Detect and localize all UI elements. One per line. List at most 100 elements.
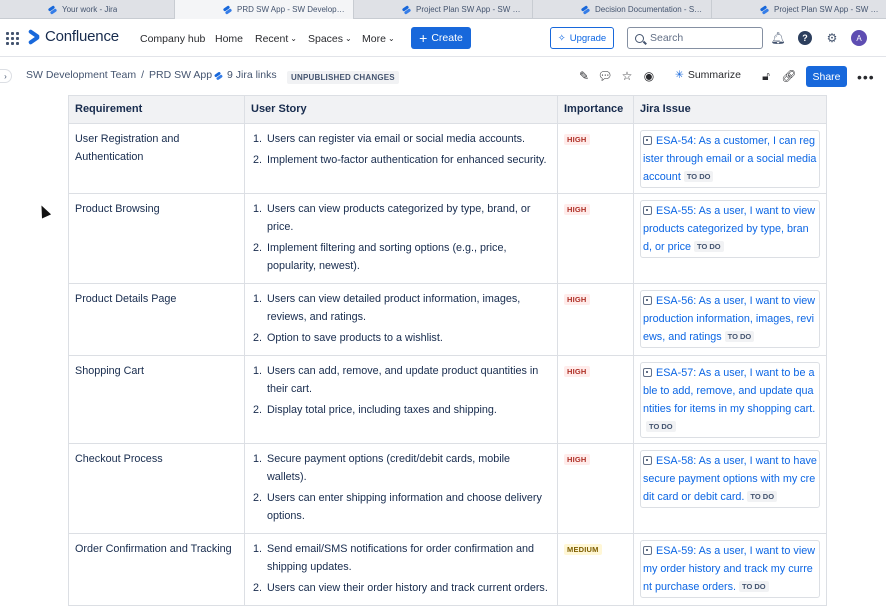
help-icon[interactable]: ? [798, 31, 812, 45]
sidebar-toggle[interactable]: › [0, 69, 12, 83]
jira-issue-link[interactable]: ESA-54: As a customer, I can register th… [640, 130, 820, 188]
breadcrumb-page[interactable]: PRD SW App [149, 69, 212, 81]
user-story-list: Users can view products categorized by t… [251, 200, 551, 275]
chevron-down-icon: ⌄ [345, 34, 352, 43]
browser-tab-title: Decision Documentation - SW Devel... [595, 5, 703, 14]
unpublished-changes-badge[interactable]: UNPUBLISHED CHANGES [287, 71, 399, 84]
nav-spaces[interactable]: Spaces ⌄ [308, 20, 352, 57]
requirement-cell: Shopping Cart [68, 355, 245, 444]
jira-issue-text: ESA-59: As a user, I want to view my ord… [643, 545, 816, 593]
summarize-button[interactable]: ✳ Summarize [675, 69, 741, 81]
table-row: Order Confirmation and Tracking Send emai… [68, 533, 827, 606]
user-story-list: Users can view detailed product informat… [251, 290, 551, 347]
sparkle-icon: ✳ [675, 69, 684, 81]
chevron-down-icon: ⌄ [290, 34, 297, 43]
jira-icon [48, 5, 57, 14]
jira-issue-link[interactable]: ESA-59: As a user, I want to view my ord… [640, 540, 820, 598]
breadcrumb: SW Development Team / PRD SW App [26, 69, 212, 81]
browser-tab[interactable]: Project Plan SW App - SW Developm... [354, 0, 533, 19]
browser-tab-title: Your work - Jira [62, 5, 118, 14]
breadcrumb-space[interactable]: SW Development Team [26, 69, 136, 81]
comment-icon[interactable]: 💬︎ [597, 69, 612, 83]
jira-issue-icon [643, 136, 652, 145]
jira-issue-link[interactable]: ESA-56: As a user, I want to view produc… [640, 290, 820, 348]
upgrade-button[interactable]: ✧ Upgrade [550, 27, 614, 49]
nav-company-hub[interactable]: Company hub [140, 20, 205, 57]
jira-status-badge: TO DO [739, 581, 769, 592]
jira-issue-cell: ESA-57: As a user, I want to be able to … [633, 355, 827, 444]
nav-spaces-label: Spaces [308, 32, 344, 45]
user-story-list: Users can add, remove, and update produc… [251, 362, 551, 419]
jira-issue-text: ESA-54: As a customer, I can register th… [643, 135, 817, 183]
browser-tab-title: PRD SW App - SW Development Tea... [237, 5, 345, 14]
browser-tab[interactable]: PRD SW App - SW Development Tea... [175, 0, 354, 19]
nav-recent[interactable]: Recent ⌄ [255, 20, 297, 57]
requirement-cell: Order Confirmation and Tracking [68, 533, 245, 606]
list-item: Secure payment options (credit/debit car… [253, 450, 511, 483]
browser-tab-title: Project Plan SW App - SW Developm... [774, 5, 882, 14]
list-item: Users can enter shipping information and… [253, 489, 542, 522]
header-user-story: User Story [244, 95, 558, 124]
browser-tab[interactable]: Decision Documentation - SW Devel... [533, 0, 712, 19]
logo-text: Confluence [45, 28, 119, 45]
list-item: Implement filtering and sorting options … [253, 239, 507, 272]
create-label: Create [431, 32, 463, 44]
jira-issue-cell: ESA-55: As a user, I want to view produc… [633, 193, 827, 284]
list-item: Send email/SMS notifications for order c… [253, 540, 535, 573]
header-requirement: Requirement [68, 95, 245, 124]
table-row: User Registration and Authentication User… [68, 123, 827, 194]
mouse-cursor [36, 203, 52, 219]
requirement-cell: Product Browsing [68, 193, 245, 284]
edit-icon[interactable]: ✎ [577, 69, 591, 83]
more-icon[interactable]: ••• [857, 69, 875, 85]
sparkle-icon: ✧ [557, 32, 566, 44]
jira-issue-link[interactable]: ESA-55: As a user, I want to view produc… [640, 200, 820, 258]
watch-icon[interactable]: ◉ [642, 69, 656, 83]
jira-status-badge: TO DO [724, 331, 755, 342]
jira-issue-icon [643, 206, 652, 215]
list-item: Implement two-factor authentication for … [253, 151, 547, 169]
search-placeholder: Search [650, 32, 684, 44]
user-story-list: Send email/SMS notifications for order c… [251, 540, 551, 597]
star-icon[interactable]: ☆ [620, 69, 634, 83]
jira-issue-icon [643, 368, 652, 377]
jira-issue-link[interactable]: ESA-58: As a user, I want to have secure… [640, 450, 820, 508]
avatar[interactable]: A [851, 30, 867, 46]
importance-cell: HIGH [557, 355, 634, 444]
jira-status-badge: TO DO [646, 421, 676, 432]
nav-home[interactable]: Home [215, 20, 243, 57]
top-navigation: Confluence Company hub Home Recent ⌄ Spac… [0, 20, 886, 57]
share-button[interactable]: Share [806, 66, 847, 87]
create-button[interactable]: + Create [411, 27, 471, 49]
confluence-logo[interactable]: Confluence [28, 28, 119, 45]
browser-tab[interactable]: Your work - Jira [0, 0, 175, 19]
page-toolbar: › SW Development Team / PRD SW App 9 Jir… [0, 57, 886, 95]
copy-link-icon[interactable]: 🔗︎ [781, 69, 796, 83]
notifications-icon[interactable]: 🔔︎ [770, 31, 785, 45]
jira-issue-link[interactable]: ESA-57: As a user, I want to be able to … [640, 362, 820, 438]
nav-more[interactable]: More ⌄ [362, 20, 395, 57]
jira-status-badge: TO DO [683, 171, 714, 182]
jira-icon [214, 71, 223, 80]
importance-cell: HIGH [557, 283, 634, 356]
table-row: Product Browsing Users can view products … [68, 193, 827, 284]
importance-cell: HIGH [557, 443, 634, 534]
jira-issue-cell: ESA-56: As a user, I want to view produc… [633, 283, 827, 356]
settings-icon[interactable]: ⚙ [825, 31, 839, 45]
upgrade-label: Upgrade [569, 32, 607, 44]
user-story-cell: Secure payment options (credit/debit car… [244, 443, 558, 534]
requirement-cell: User Registration and Authentication [68, 123, 245, 194]
jira-links-button[interactable]: 9 Jira links [214, 69, 277, 81]
jira-icon [402, 5, 411, 14]
search-input[interactable]: Search [627, 27, 763, 49]
browser-tab[interactable]: Project Plan SW App - SW Developm... [712, 0, 886, 19]
importance-cell: MEDIUM [557, 533, 634, 606]
importance-lozenge: HIGH [564, 294, 590, 305]
jira-links-label: 9 Jira links [227, 69, 277, 81]
nav-company-hub-label: Company hub [140, 32, 206, 45]
app-switcher-icon[interactable] [6, 32, 19, 45]
list-item: Users can add, remove, and update produc… [253, 362, 539, 395]
restrictions-icon[interactable]: 🔓︎ [759, 69, 773, 83]
list-item: Users can view products categorized by t… [253, 200, 531, 233]
table-header-row: Requirement User Story Importance Jira I… [68, 95, 827, 124]
